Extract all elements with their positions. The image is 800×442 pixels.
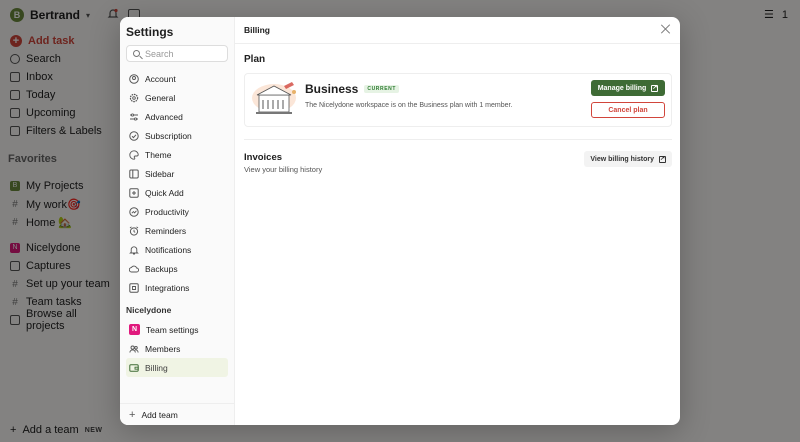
add-team-label: Add team <box>141 409 178 420</box>
nav-item-sidebar[interactable]: Sidebar <box>126 164 228 183</box>
nav-item-members[interactable]: Members <box>126 339 228 358</box>
external-link-icon <box>659 155 666 163</box>
nav-label: Team settings <box>146 324 199 335</box>
view-billing-history-button[interactable]: View billing history <box>584 151 672 167</box>
nav-item-theme[interactable]: Theme <box>126 145 228 164</box>
plan-section-title: Plan <box>244 54 266 65</box>
manage-billing-button[interactable]: Manage billing <box>591 80 665 96</box>
plan-name: Business <box>305 82 359 96</box>
plan-description: The Nicelydone workspace is on the Busin… <box>305 102 513 109</box>
settings-search[interactable] <box>126 45 228 62</box>
team-badge: N <box>129 324 140 335</box>
nav-item-billing[interactable]: Billing <box>126 358 228 377</box>
billing-icon <box>129 363 139 372</box>
nav-label: Backups <box>145 263 178 274</box>
settings-nav: Account General Advanced Subscription Th… <box>126 69 228 297</box>
nav-item-account[interactable]: Account <box>126 69 228 88</box>
sidebar-icon <box>129 169 139 178</box>
sliders-icon <box>130 112 138 121</box>
members-icon <box>129 345 139 353</box>
nav-label: Account <box>145 73 176 84</box>
close-icon[interactable] <box>660 23 672 35</box>
plan-card: Business CURRENT The Nicelydone workspac… <box>244 73 672 127</box>
invoices-section: Invoices View your billing history View … <box>244 151 680 176</box>
nav-item-subscription[interactable]: Subscription <box>126 126 228 145</box>
nav-item-backups[interactable]: Backups <box>126 259 228 278</box>
quick-add-icon <box>129 187 139 198</box>
nav-label: Members <box>145 343 181 354</box>
status-badge: CURRENT <box>364 85 400 93</box>
nav-label: Subscription <box>145 130 192 141</box>
nav-item-notifications[interactable]: Notifications <box>126 240 228 259</box>
nav-label: General <box>145 92 176 103</box>
nav-item-quick-add[interactable]: Quick Add <box>126 183 228 202</box>
view-billing-history-label: View billing history <box>590 155 654 163</box>
integrations-icon <box>129 282 139 293</box>
search-icon <box>133 50 140 57</box>
nav-label: Billing <box>145 362 168 373</box>
external-link-icon <box>651 84 659 92</box>
bell-icon <box>129 245 139 254</box>
account-icon <box>129 73 139 84</box>
nav-label: Quick Add <box>145 187 184 198</box>
settings-content: Billing Plan Business CURRENT The Nicely… <box>235 17 680 425</box>
divider <box>244 139 672 140</box>
nav-label: Integrations <box>145 282 190 293</box>
nav-item-team-settings[interactable]: N Team settings <box>126 320 228 339</box>
nav-item-reminders[interactable]: Reminders <box>126 221 228 240</box>
nav-item-general[interactable]: General <box>126 88 228 107</box>
team-group-label: Nicelydone <box>126 305 172 315</box>
settings-sidebar: Settings Account General Advanced Subscr… <box>120 17 235 425</box>
content-header: Billing <box>235 17 680 44</box>
cloud-icon <box>129 265 139 272</box>
search-input[interactable] <box>145 48 225 59</box>
nav-label: Notifications <box>145 244 192 255</box>
nav-label: Sidebar <box>145 168 175 179</box>
palette-icon <box>129 149 139 160</box>
cancel-plan-button[interactable]: Cancel plan <box>591 102 665 118</box>
gear-icon <box>129 93 139 102</box>
add-team-button[interactable]: + Add team <box>120 403 234 425</box>
nav-label: Theme <box>145 149 172 160</box>
plus-icon: + <box>129 408 136 421</box>
page-title: Billing <box>244 25 270 35</box>
nav-label: Productivity <box>145 206 189 217</box>
settings-modal: Settings Account General Advanced Subscr… <box>120 17 680 425</box>
plan-name-row: Business CURRENT <box>305 82 400 96</box>
nav-item-advanced[interactable]: Advanced <box>126 107 228 126</box>
business-plan-illustration <box>252 82 296 114</box>
nav-label: Reminders <box>145 225 187 236</box>
nav-item-productivity[interactable]: Productivity <box>126 202 228 221</box>
manage-billing-label: Manage billing <box>597 84 647 92</box>
nav-item-integrations[interactable]: Integrations <box>126 278 228 297</box>
alarm-icon <box>129 225 139 236</box>
settings-title: Settings <box>126 25 174 39</box>
productivity-icon <box>129 206 139 217</box>
subscription-icon <box>129 130 139 141</box>
nav-label: Advanced <box>145 111 183 122</box>
